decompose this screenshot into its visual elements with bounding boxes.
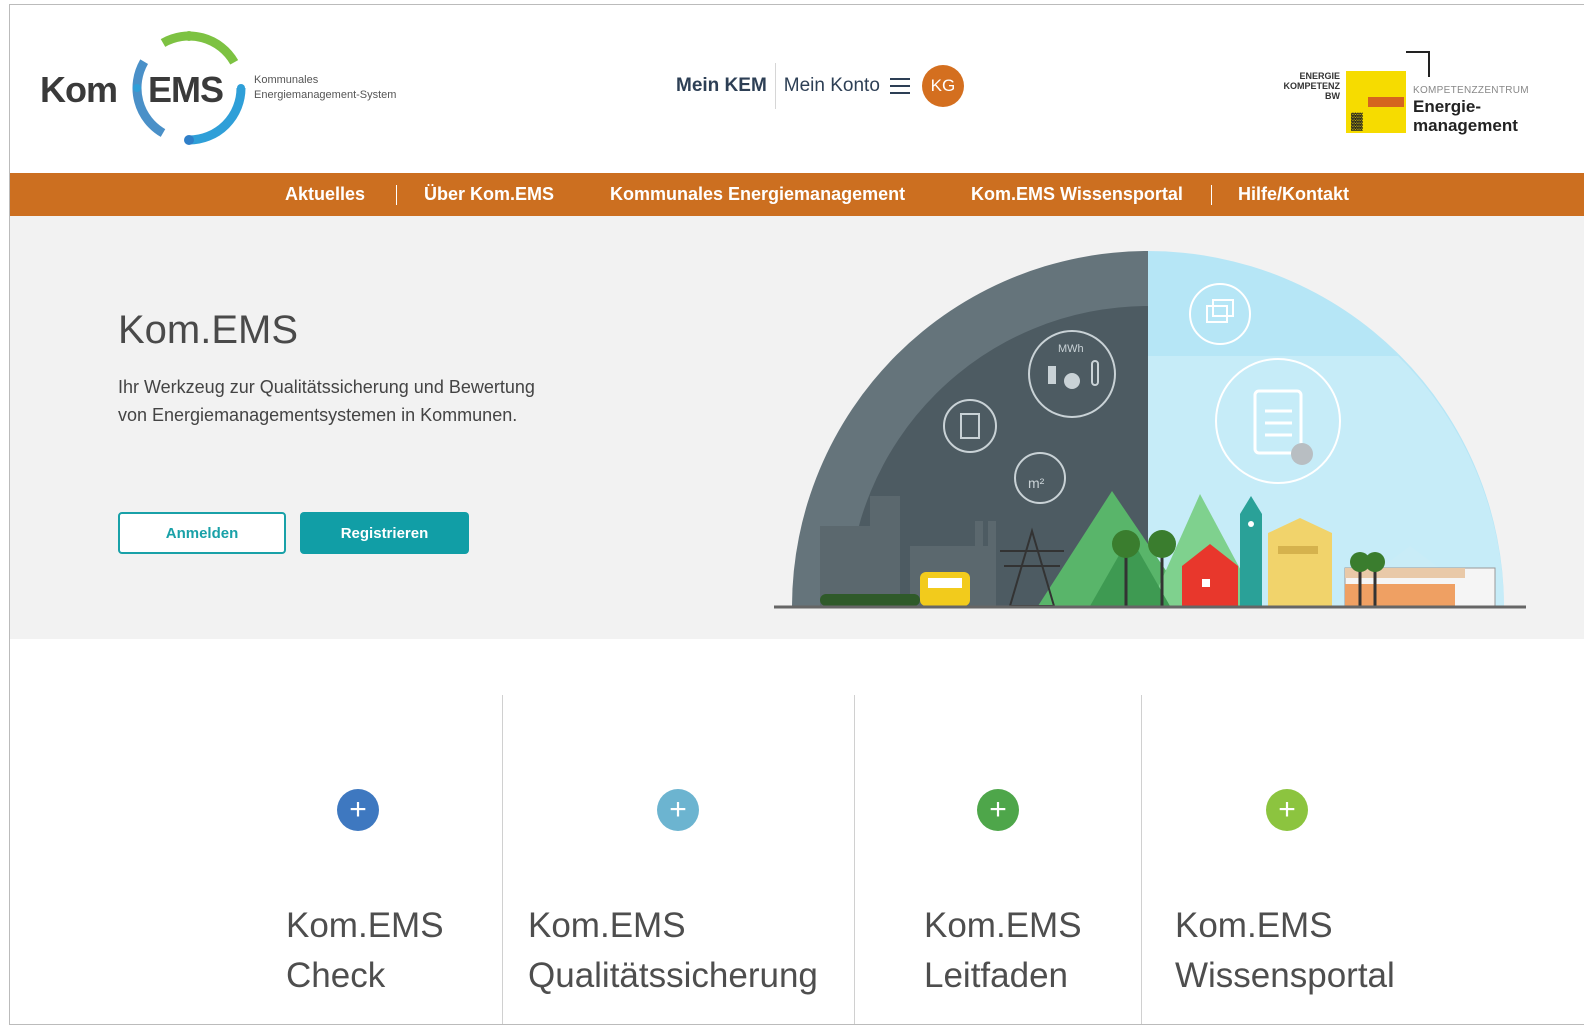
energie-kompetenz-label: ENERGIE KOMPETENZ BW bbox=[1272, 71, 1340, 101]
registrieren-button[interactable]: Registrieren bbox=[300, 512, 469, 554]
tile-title-leitfaden[interactable]: Kom.EMS Leitfaden bbox=[924, 901, 1082, 1001]
energy-city-illustration: MWh m² bbox=[774, 251, 1526, 609]
energie-line1: Energie- bbox=[1413, 97, 1482, 116]
check-plus-icon[interactable]: + bbox=[337, 789, 379, 831]
feature-tiles: + Kom.EMS Check + Kom.EMS Qualitätssiche… bbox=[10, 639, 1584, 1024]
logo-subtitle-line2: Energiemanagement-System bbox=[254, 89, 397, 101]
wissensportal-plus-icon[interactable]: + bbox=[1266, 789, 1308, 831]
energie-label-line2: KOMPETENZ bbox=[1283, 81, 1340, 91]
nav-item-wissensportal[interactable]: Kom.EMS Wissensportal bbox=[971, 173, 1183, 216]
logo-ems-text: EMS bbox=[148, 69, 224, 110]
logo-kom-text: Kom bbox=[40, 69, 118, 110]
nav-item-ueber[interactable]: Über Kom.EMS bbox=[424, 173, 554, 216]
tile-divider bbox=[854, 695, 855, 1024]
mein-kem-link[interactable]: Mein KEM bbox=[676, 63, 776, 109]
komems-logo[interactable]: Kom EMS Kommunales Energiemanagement-Sys… bbox=[36, 21, 456, 151]
tile-title-line2: Check bbox=[286, 956, 386, 995]
tile-title-line1: Kom.EMS bbox=[1175, 906, 1333, 945]
energiemanagement-label: Energie- management bbox=[1413, 97, 1518, 135]
hamburger-menu-icon[interactable] bbox=[889, 78, 910, 94]
main-navigation: Aktuelles Über Kom.EMS Kommunales Energi… bbox=[10, 173, 1584, 216]
hero-title: Kom.EMS bbox=[118, 308, 299, 352]
tile-divider bbox=[502, 695, 503, 1024]
hero-description-line1: Ihr Werkzeug zur Qualitätssicherung und … bbox=[118, 377, 535, 397]
energie-line2: management bbox=[1413, 116, 1518, 135]
tile-title-qualitaetssicherung[interactable]: Kom.EMS Qualitätssicherung bbox=[528, 901, 818, 1001]
nav-separator bbox=[396, 185, 397, 205]
kea-corner-mark bbox=[1406, 51, 1430, 77]
tile-title-wissensportal[interactable]: Kom.EMS Wissensportal bbox=[1175, 901, 1395, 1001]
tile-title-line1: Kom.EMS bbox=[528, 906, 686, 945]
kea-orange-stripe bbox=[1368, 97, 1404, 107]
leitfaden-plus-icon[interactable]: + bbox=[977, 789, 1019, 831]
energie-label-line1: ENERGIE bbox=[1299, 71, 1340, 81]
anmelden-button[interactable]: Anmelden bbox=[118, 512, 286, 554]
account-area: Mein KEM Mein Konto KG bbox=[676, 63, 964, 109]
hero-description-line2: von Energiemanagementsystemen in Kommune… bbox=[118, 405, 518, 425]
logo-subtitle: Kommunales Energiemanagement-System bbox=[254, 73, 396, 103]
nav-separator bbox=[1211, 185, 1212, 205]
tile-title-line2: Leitfaden bbox=[924, 956, 1069, 995]
hero-section: Kom.EMS Ihr Werkzeug zur Qualitätssicher… bbox=[10, 216, 1584, 639]
qualitaetssicherung-plus-icon[interactable]: + bbox=[657, 789, 699, 831]
kea-partner-logo[interactable]: ENERGIE KOMPETENZ BW ▓ KOMPETENZZENTRUM … bbox=[1272, 45, 1572, 145]
tile-title-line2: Wissensportal bbox=[1175, 956, 1395, 995]
page-frame: Kom EMS Kommunales Energiemanagement-Sys… bbox=[9, 4, 1584, 1025]
nav-item-aktuelles[interactable]: Aktuelles bbox=[285, 173, 365, 216]
hero-description: Ihr Werkzeug zur Qualitätssicherung und … bbox=[118, 373, 618, 429]
m2-label: m² bbox=[1028, 475, 1045, 491]
mwh-label: MWh bbox=[1058, 343, 1084, 355]
tile-title-line2: Qualitätssicherung bbox=[528, 956, 818, 995]
tile-divider bbox=[1141, 695, 1142, 1024]
tile-title-line1: Kom.EMS bbox=[286, 906, 444, 945]
header: Kom EMS Kommunales Energiemanagement-Sys… bbox=[10, 5, 1584, 173]
tile-title-check[interactable]: Kom.EMS Check bbox=[286, 901, 444, 1001]
mein-konto-link[interactable]: Mein Konto bbox=[784, 75, 880, 97]
logo-subtitle-line1: Kommunales bbox=[254, 74, 319, 86]
stag-icon: ▓ bbox=[1351, 113, 1363, 130]
user-avatar[interactable]: KG bbox=[921, 65, 964, 107]
nav-item-hilfe-kontakt[interactable]: Hilfe/Kontakt bbox=[1238, 173, 1349, 216]
tile-title-line1: Kom.EMS bbox=[924, 906, 1082, 945]
nav-item-kommunales-energiemanagement[interactable]: Kommunales Energiemanagement bbox=[610, 173, 905, 216]
kompetenzzentrum-label: KOMPETENZZENTRUM bbox=[1413, 85, 1529, 96]
energie-label-line3: BW bbox=[1325, 91, 1340, 101]
